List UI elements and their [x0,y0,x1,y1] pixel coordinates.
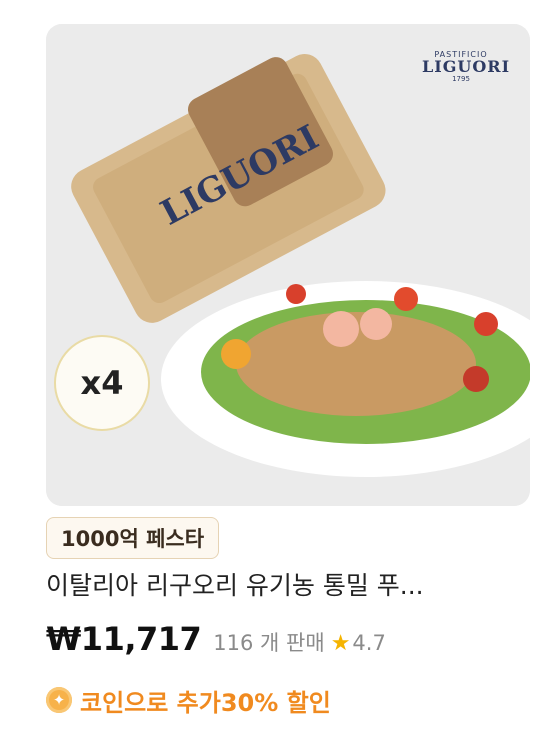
product-title[interactable]: 이탈리아 리구오리 유기농 통밀 푸... [46,566,530,606]
quantity-badge: x4 [54,335,150,431]
product-image[interactable]: LIGUORI PASTIFICIO LIGUORI 1795 [46,24,530,506]
promo-tag: 1000억 페스타 [46,517,220,559]
brand-logo-name: LIGUORI [422,57,511,76]
star-icon: ★ [330,631,351,656]
brand-logo: PASTIFICIO LIGUORI 1795 [422,50,511,83]
brand-logo-year: 1795 [452,75,470,83]
price-row: ₩11,717 116 개 판매 ★ 4.7 [46,620,386,668]
price: ₩11,717 [46,620,202,658]
product-photo: LIGUORI [46,24,530,506]
coin-icon: ✦ [46,687,72,713]
coin-offer[interactable]: ✦ 코인으로 추가30% 할인 [46,680,331,720]
rating-value: 4.7 [352,631,386,655]
coin-offer-text: 코인으로 추가30% 할인 [80,688,331,717]
sold-count: 116 개 판매 [213,631,325,655]
